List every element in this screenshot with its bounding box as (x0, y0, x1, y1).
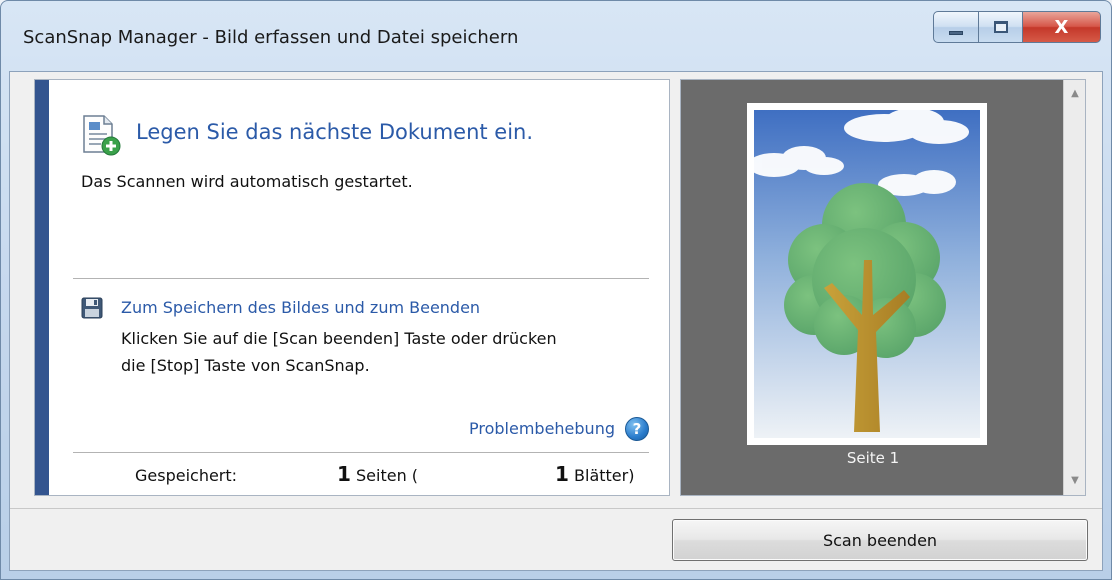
saved-pages: 1 Seiten ( (337, 462, 418, 486)
save-instruction-line-1: Klicken Sie auf die [Scan beenden] Taste… (121, 329, 557, 348)
save-heading: Zum Speichern des Bildes und zum Beenden (121, 298, 481, 317)
scroll-up-icon[interactable]: ▲ (1064, 84, 1086, 104)
save-instruction-line-2: die [Stop] Taste von ScanSnap. (121, 356, 370, 375)
pages-text: Seiten ( (356, 466, 419, 485)
preview-scrollbar[interactable]: ▲ ▼ (1063, 80, 1085, 495)
pages-count: 1 (337, 462, 351, 486)
page-thumbnail[interactable] (747, 103, 987, 445)
sheets-text: Blätter) (574, 466, 635, 485)
accent-bar (35, 80, 49, 495)
troubleshooting-link[interactable]: Problembehebung (469, 419, 615, 438)
preview-panel: Seite 1 ▲ ▼ (680, 79, 1086, 496)
instruction-panel: Legen Sie das nächste Dokument ein. Das … (34, 79, 670, 496)
auto-start-text: Das Scannen wird automatisch gestartet. (81, 172, 413, 191)
scansnap-window: ScanSnap Manager - Bild erfassen und Dat… (0, 0, 1112, 580)
minimize-icon (949, 31, 963, 35)
window-controls: X (933, 11, 1101, 45)
divider-status (73, 452, 649, 453)
preview-area: Seite 1 (681, 80, 1065, 495)
sheets-count: 1 (555, 462, 569, 486)
saved-label: Gespeichert: (135, 466, 238, 485)
scan-end-button[interactable]: Scan beenden (672, 519, 1088, 561)
scanned-page-image (748, 108, 980, 438)
save-instructions: Klicken Sie auf die [Scan beenden] Taste… (121, 325, 651, 379)
help-icon[interactable]: ? (625, 417, 649, 441)
maximize-icon (993, 21, 1008, 33)
instruction-heading: Legen Sie das nächste Dokument ein. (136, 120, 534, 144)
page-caption: Seite 1 (846, 449, 900, 467)
divider (73, 278, 649, 279)
title-bar[interactable]: ScanSnap Manager - Bild erfassen und Dat… (1, 1, 1111, 71)
close-button[interactable]: X (1023, 11, 1101, 43)
footer-divider (10, 508, 1102, 509)
add-document-icon (83, 115, 121, 156)
saved-sheets: 1 Blätter) (555, 462, 634, 486)
maximize-button[interactable] (979, 11, 1023, 43)
dialog-client-area: Legen Sie das nächste Dokument ein. Das … (9, 71, 1103, 571)
minimize-button[interactable] (933, 11, 979, 43)
close-icon: X (1054, 16, 1069, 38)
save-disk-icon (81, 297, 103, 319)
window-title: ScanSnap Manager - Bild erfassen und Dat… (23, 27, 519, 48)
scroll-down-icon[interactable]: ▼ (1064, 471, 1086, 491)
